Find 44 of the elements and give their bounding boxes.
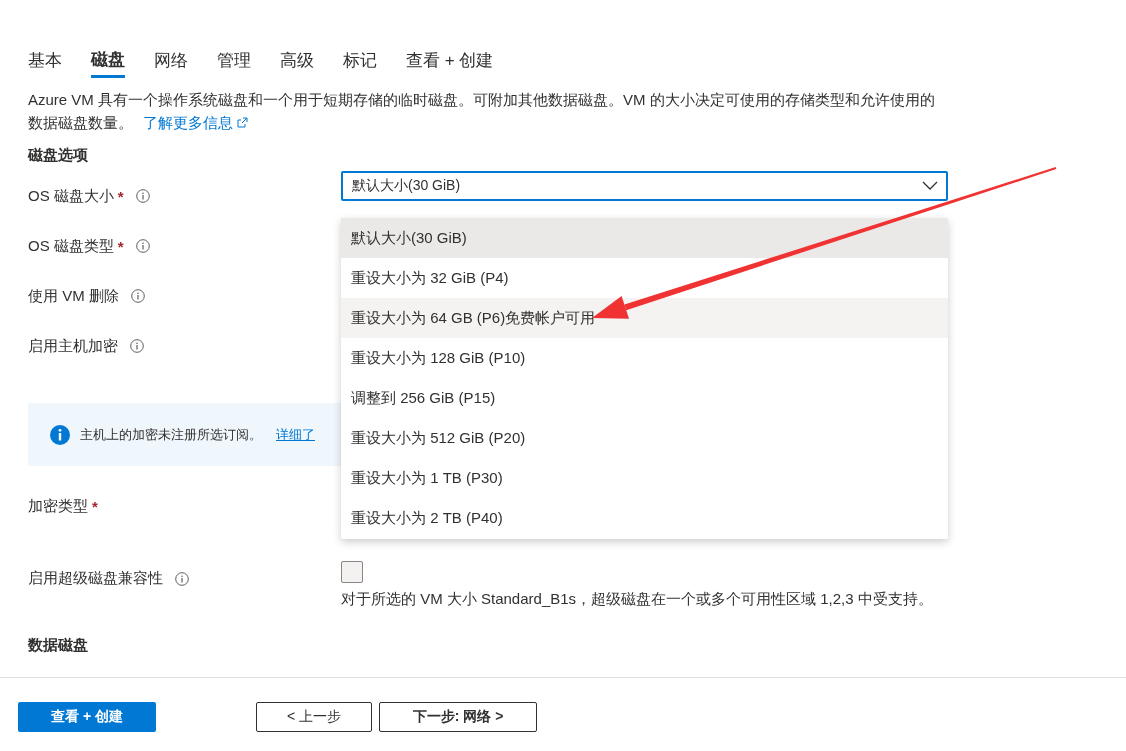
checkbox[interactable] — [341, 561, 363, 583]
details-link[interactable]: 详细了 — [276, 425, 315, 444]
tab[interactable]: 标记 — [343, 44, 377, 78]
required-mark: * — [92, 497, 98, 515]
field-label: OS 磁盘大小 — [28, 186, 114, 206]
tab[interactable]: 基本 — [28, 44, 62, 78]
tab[interactable]: 管理 — [217, 44, 251, 78]
section-heading: 数据磁盘 — [28, 636, 89, 655]
tab[interactable]: 网络 — [154, 44, 188, 78]
info-icon[interactable] — [130, 289, 145, 303]
nav-button[interactable]: 下一步: 网络 > — [379, 702, 537, 732]
info-icon[interactable] — [135, 189, 150, 203]
required-mark: * — [117, 237, 124, 255]
field-label: OS 磁盘类型 — [28, 236, 114, 256]
dropdown-option[interactable]: 重设大小为 2 TB (P40) — [341, 498, 948, 538]
tab[interactable]: 高级 — [280, 44, 314, 78]
field-label: 启用主机加密 — [28, 336, 118, 356]
disk-size-dropdown[interactable]: 默认大小(30 GiB) — [341, 171, 948, 201]
tab[interactable]: 磁盘 — [91, 44, 125, 78]
dropdown-option[interactable]: 重设大小为 128 GiB (P10) — [341, 338, 948, 378]
dropdown-option[interactable]: 调整到 256 GiB (P15) — [341, 378, 948, 418]
dropdown-option[interactable]: 默认大小(30 GiB) — [341, 218, 948, 258]
chevron-down-icon — [922, 181, 938, 191]
tab[interactable]: 查看 + 创建 — [406, 44, 494, 78]
section-heading: 磁盘选项 — [28, 146, 89, 165]
required-mark: * — [117, 187, 124, 205]
info-icon[interactable] — [130, 339, 144, 353]
external-link-icon — [237, 117, 249, 128]
info-icon — [50, 424, 70, 445]
info-icon[interactable] — [175, 571, 189, 586]
info-icon[interactable] — [135, 239, 150, 253]
banner-text: 主机上的加密未注册所选订阅。 — [80, 425, 262, 444]
description-text: Azure VM 具有一个操作系统磁盘和一个用于短期存储的临时磁盘。可附加其他数据磁盘。VM 的大小决定可使用的存储类型和允许使用的数据磁盘数量。 了解更多信息 — [28, 90, 936, 133]
dropdown-option[interactable]: 重设大小为 512 GiB (P20) — [341, 418, 948, 458]
dropdown-option[interactable]: 重设大小为 32 GiB (P4) — [341, 258, 948, 298]
dropdown-option[interactable]: 重设大小为 1 TB (P30) — [341, 458, 948, 498]
field-label: 加密类型 — [28, 496, 88, 516]
field-label: 启用超级磁盘兼容性 — [28, 569, 163, 588]
learn-more-link[interactable]: 了解更多信息 — [143, 114, 249, 131]
dropdown-option[interactable]: 重设大小为 64 GB (P6)免费帐户可用 — [341, 298, 948, 338]
field-label: 使用 VM 删除 — [28, 286, 119, 306]
ultra-disk-note: 对于所选的 VM 大小 Standard_B1s，超级磁盘在一个或多个可用性区域 1,2,3 中受支持。 — [341, 589, 934, 609]
nav-button[interactable]: < 上一步 — [256, 702, 372, 732]
review-create-button[interactable]: 查看 + 创建 — [18, 702, 156, 732]
